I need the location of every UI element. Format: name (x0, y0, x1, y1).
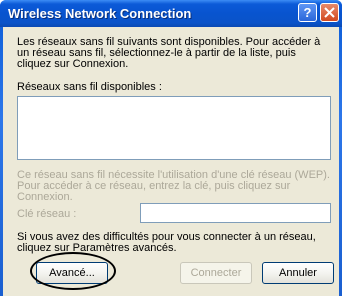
cancel-button[interactable]: Annuler (262, 262, 334, 284)
intro-text: Les réseaux sans fil suivants sont dispo… (17, 36, 321, 70)
window-title: Wireless Network Connection (8, 6, 192, 21)
connect-button[interactable]: Connecter (180, 262, 252, 284)
networks-list[interactable] (17, 96, 331, 160)
close-icon (324, 7, 335, 18)
wep-notice-text: Ce réseau sans fil nécessite l'utilisati… (17, 169, 330, 203)
network-key-input[interactable] (140, 203, 331, 223)
help-text: Si vous avez des difficultés pour vous c… (17, 231, 316, 254)
networks-label: Réseaux sans fil disponibles : (17, 81, 162, 93)
network-key-label: Clé réseau : (17, 208, 77, 220)
help-button[interactable]: ? (298, 3, 317, 22)
title-bar[interactable]: Wireless Network Connection ? (0, 0, 342, 27)
advanced-button[interactable]: Avancé... (36, 262, 108, 284)
close-button[interactable] (320, 3, 339, 22)
